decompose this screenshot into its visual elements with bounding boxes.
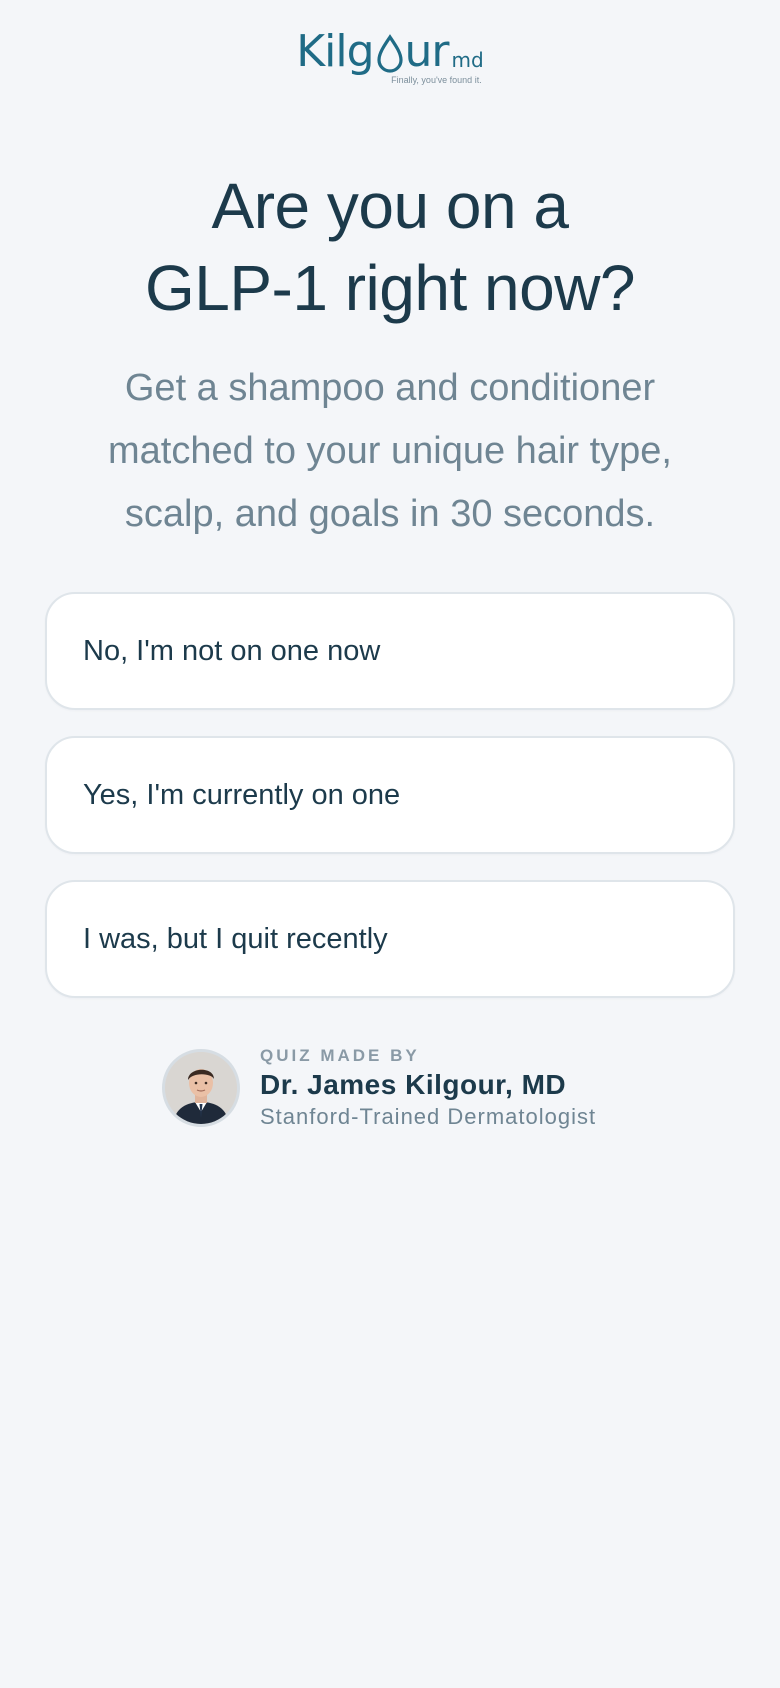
brand-logo[interactable]: Kilg ur md Finally, you've found it. [296,26,484,86]
author-name: Dr. James Kilgour, MD [260,1069,567,1100]
brand-name-part2: ur [404,26,450,77]
option-currently-on-glp1[interactable]: Yes, I'm currently on one [45,736,735,854]
quiz-author: QUIZ MADE BY Dr. James Kilgour, MD Stanf… [162,1044,596,1132]
brand-suffix: md [451,48,484,72]
page-title: Are you on a GLP-1 right now? [0,165,780,329]
avatar [162,1049,240,1127]
option-quit-recently[interactable]: I was, but I quit recently [45,880,735,998]
page-title-line2: GLP-1 right now? [144,252,636,324]
option-not-on-glp1[interactable]: No, I'm not on one now [45,592,735,710]
page-subtitle: Get a shampoo and conditioner matched to… [107,367,672,535]
page-title-line1: Are you on a [211,170,569,242]
option-label: No, I'm not on one now [83,634,381,667]
option-label: Yes, I'm currently on one [83,778,401,811]
author-details: QUIZ MADE BY Dr. James Kilgour, MD Stanf… [260,1044,596,1132]
droplet-o-icon [376,34,403,73]
brand-name-part1: Kilg [296,26,374,77]
brand-tagline: Finally, you've found it. [391,75,482,85]
doctor-portrait-icon [165,1052,237,1124]
brand-wordmark: Kilg ur [296,26,450,77]
brand-header: Kilg ur md Finally, you've found it. [0,26,780,86]
author-title: Stanford-Trained Dermatologist [260,1104,597,1129]
author-eyebrow: QUIZ MADE BY [260,1046,420,1065]
option-label: I was, but I quit recently [83,922,388,955]
answer-options: No, I'm not on one now Yes, I'm currentl… [45,592,735,1024]
